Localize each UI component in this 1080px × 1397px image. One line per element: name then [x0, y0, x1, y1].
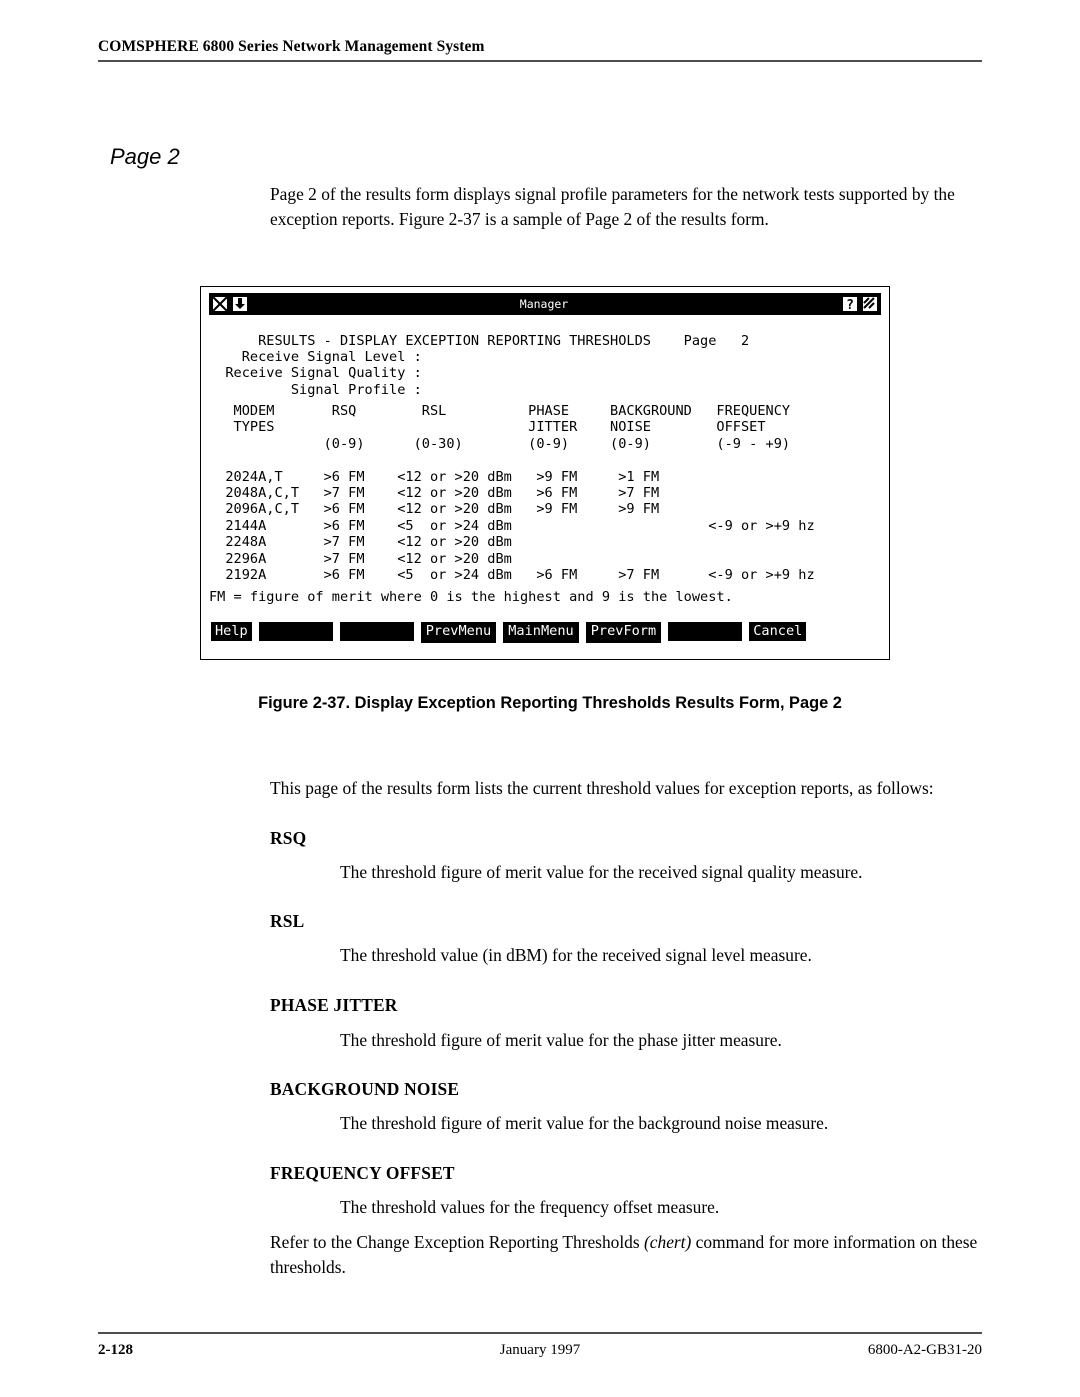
form-button-bar: Help PrevMenu MainMenu PrevForm Cancel: [211, 622, 807, 643]
definition-background-noise: The threshold figure of merit value for …: [340, 1113, 829, 1133]
field-label-signal-profile: Signal Profile :: [209, 381, 422, 398]
term-frequency-offset: FREQUENCY OFFSET: [270, 1163, 455, 1183]
table-row: 2192A >6 FM <5 or >24 dBm >6 FM >7 FM <-…: [209, 567, 815, 584]
running-head: COMSPHERE 6800 Series Network Management…: [98, 38, 982, 62]
table-row: 2048A,C,T >7 FM <12 or >20 dBm >6 FM >7 …: [209, 485, 660, 502]
table-footnote: FM = figure of merit where 0 is the high…: [209, 589, 733, 605]
blank-button-1[interactable]: [258, 622, 333, 641]
question-mark-icon[interactable]: ?: [841, 295, 859, 313]
field-label-receive-signal-quality: Receive Signal Quality :: [209, 365, 422, 382]
figure-caption: Figure 2-37. Display Exception Reporting…: [258, 694, 842, 712]
footer-date: January 1997: [499, 1342, 581, 1358]
table-header-row: (0-9) (0-30) (0-9) (0-9) (-9 - +9): [209, 435, 791, 452]
page-section-heading: Page 2: [110, 144, 180, 169]
help-button[interactable]: Help: [211, 622, 252, 641]
footer-document-number: 6800-A2-GB31-20: [867, 1342, 982, 1358]
chert-command-name: (chert): [643, 1232, 692, 1252]
prevform-button[interactable]: PrevForm: [585, 622, 662, 643]
terminal-body: RESULTS - DISPLAY EXCEPTION REPORTING TH…: [209, 317, 879, 653]
minimize-box-icon[interactable]: [231, 295, 249, 313]
closing-paragraph: Refer to the Change Exception Reporting …: [270, 1230, 982, 1280]
table-row: 2248A >7 FM <12 or >20 dBm: [209, 534, 512, 551]
definition-phase-jitter: The threshold figure of merit value for …: [340, 1030, 782, 1050]
intro-paragraph: Page 2 of the results form displays sign…: [270, 184, 955, 229]
closing-text-before: Refer to the Change Exception Reporting …: [270, 1232, 644, 1252]
window-title: Manager: [519, 297, 569, 311]
field-label-receive-signal-level: Receive Signal Level :: [209, 349, 422, 365]
resize-box-icon[interactable]: [861, 295, 879, 313]
table-header-row: TYPES JITTER NOISE OFFSET: [209, 419, 766, 436]
cancel-button[interactable]: Cancel: [749, 622, 807, 641]
prevmenu-button[interactable]: PrevMenu: [420, 622, 497, 643]
results-form-screenshot: Manager ? RESULTS - DISPLAY EXCEPTION RE…: [200, 286, 890, 660]
window-title-bar: Manager ?: [209, 293, 881, 315]
table-row: 2024A,T >6 FM <12 or >20 dBm >9 FM >1 FM: [209, 468, 660, 485]
term-rsq: RSQ: [270, 828, 307, 848]
table-row: 2144A >6 FM <5 or >24 dBm <-9 or >+9 hz: [209, 517, 815, 534]
table-row: 2096A,C,T >6 FM <12 or >20 dBm >9 FM >9 …: [209, 501, 660, 518]
field-labels-block: Receive Signal Level : Receive Signal Qu…: [209, 349, 422, 398]
blank-button-2[interactable]: [339, 622, 414, 641]
thresholds-table: MODEM RSQ RSL PHASE BACKGROUND FREQUENCY…: [209, 403, 815, 584]
header-rule: [98, 60, 982, 62]
mainmenu-button[interactable]: MainMenu: [503, 622, 579, 643]
definition-rsq: The threshold figure of merit value for …: [340, 862, 863, 882]
window-right-controls: ?: [839, 295, 881, 313]
table-header-row: MODEM RSQ RSL PHASE BACKGROUND FREQUENCY: [209, 403, 791, 419]
table-row: 2296A >7 FM <12 or >20 dBm: [209, 550, 512, 567]
definition-rsl: The threshold value (in dBM) for the rec…: [340, 945, 812, 965]
term-rsl: RSL: [270, 911, 305, 931]
footer-rule: [98, 1332, 982, 1334]
form-title-text: RESULTS - DISPLAY EXCEPTION REPORTING TH…: [258, 333, 750, 350]
running-head-title: COMSPHERE 6800 Series Network Management…: [98, 38, 485, 55]
definition-frequency-offset: The threshold values for the frequency o…: [340, 1197, 720, 1217]
svg-text:?: ?: [846, 298, 854, 313]
blank-button-3[interactable]: [668, 622, 743, 641]
term-background-noise: BACKGROUND NOISE: [270, 1079, 460, 1099]
close-box-icon[interactable]: [211, 295, 229, 313]
term-phase-jitter: PHASE JITTER: [270, 995, 398, 1015]
lead-paragraph: This page of the results form lists the …: [270, 778, 934, 798]
